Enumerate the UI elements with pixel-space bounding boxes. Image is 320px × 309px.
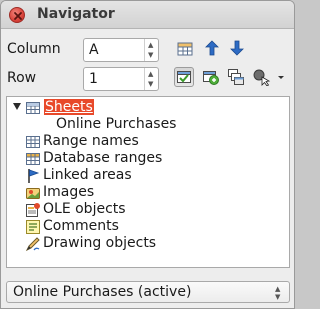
tree-item-label: Sheets [44,99,94,115]
tree-item-label: Database ranges [43,150,163,166]
row-value[interactable]: 1 [89,71,98,87]
scenarios-button[interactable] [226,67,246,87]
row-down-arrow[interactable]: ▼ [148,80,153,88]
contents-toggle-button[interactable] [174,67,194,87]
window-title: Navigator [37,6,115,22]
tree-item-label: Linked areas [43,167,132,183]
content-tree[interactable]: Sheets Online Purchases Range names Data… [6,96,290,268]
row-spinbox[interactable]: 1 ▲ ▼ [83,67,159,91]
column-spinbox[interactable]: A ▲ ▼ [83,38,159,62]
document-select[interactable]: Online Purchases (active) ▲ ▼ [6,281,290,303]
drag-mode-icon [253,69,284,86]
ole-object-icon [25,202,41,218]
tree-item-linked-areas[interactable]: Linked areas [25,167,265,184]
tree-item-label: Online Purchases [56,116,177,132]
tree-item-label: Drawing objects [43,235,157,251]
tree-item-sheets[interactable]: Sheets [9,99,269,116]
tree-item-drawing-objects[interactable]: Drawing objects [25,235,265,252]
toggle-icon [203,71,219,85]
tree-item-database-ranges[interactable]: Database ranges [25,150,265,167]
title-bar[interactable]: Navigator [1,1,294,29]
close-button[interactable] [9,7,25,23]
comment-icon [25,219,41,235]
tree-item-label: OLE objects [43,201,126,217]
drag-mode-button[interactable] [251,67,287,87]
row-label: Row [7,70,37,86]
tree-item-ole-objects[interactable]: OLE objects [25,201,265,218]
image-icon [25,185,41,201]
contents-toggle-icon [177,71,191,83]
tree-item-images[interactable]: Images [25,184,265,201]
sheet-grid-icon [25,100,41,116]
document-select-value: Online Purchases (active) [13,284,192,300]
column-down-arrow[interactable]: ▼ [148,51,153,59]
scenarios-icon [228,69,244,85]
tree-item-label: Range names [43,133,139,149]
column-label: Column [7,41,61,57]
link-flag-icon [25,168,41,184]
navigator-window: Navigator Column A ▲ ▼ Row 1 ▲ ▼ Sheets … [0,0,295,309]
tree-item-range-names[interactable]: Range names [25,133,265,150]
close-icon [14,12,22,20]
tree-item-sheet-online-purchases[interactable]: Online Purchases [56,116,256,133]
range-names-icon [25,134,41,150]
column-up-arrow[interactable]: ▲ [148,41,153,49]
tree-item-label: Images [43,184,95,200]
toggle-button[interactable] [201,67,221,87]
column-value[interactable]: A [89,42,99,58]
expander-icon[interactable] [13,103,21,110]
previous-arrow-icon [205,40,219,56]
drawing-icon [25,236,41,252]
data-range-icon [177,42,193,56]
tree-item-label: Comments [43,218,119,234]
previous-button[interactable] [202,38,222,58]
data-range-button[interactable] [175,39,195,59]
next-button[interactable] [227,38,247,58]
next-arrow-icon [230,40,244,56]
row-up-arrow[interactable]: ▲ [148,70,153,78]
tree-item-comments[interactable]: Comments [25,218,265,235]
database-icon [25,151,41,167]
chevron-updown-icon: ▲ ▼ [275,285,281,301]
